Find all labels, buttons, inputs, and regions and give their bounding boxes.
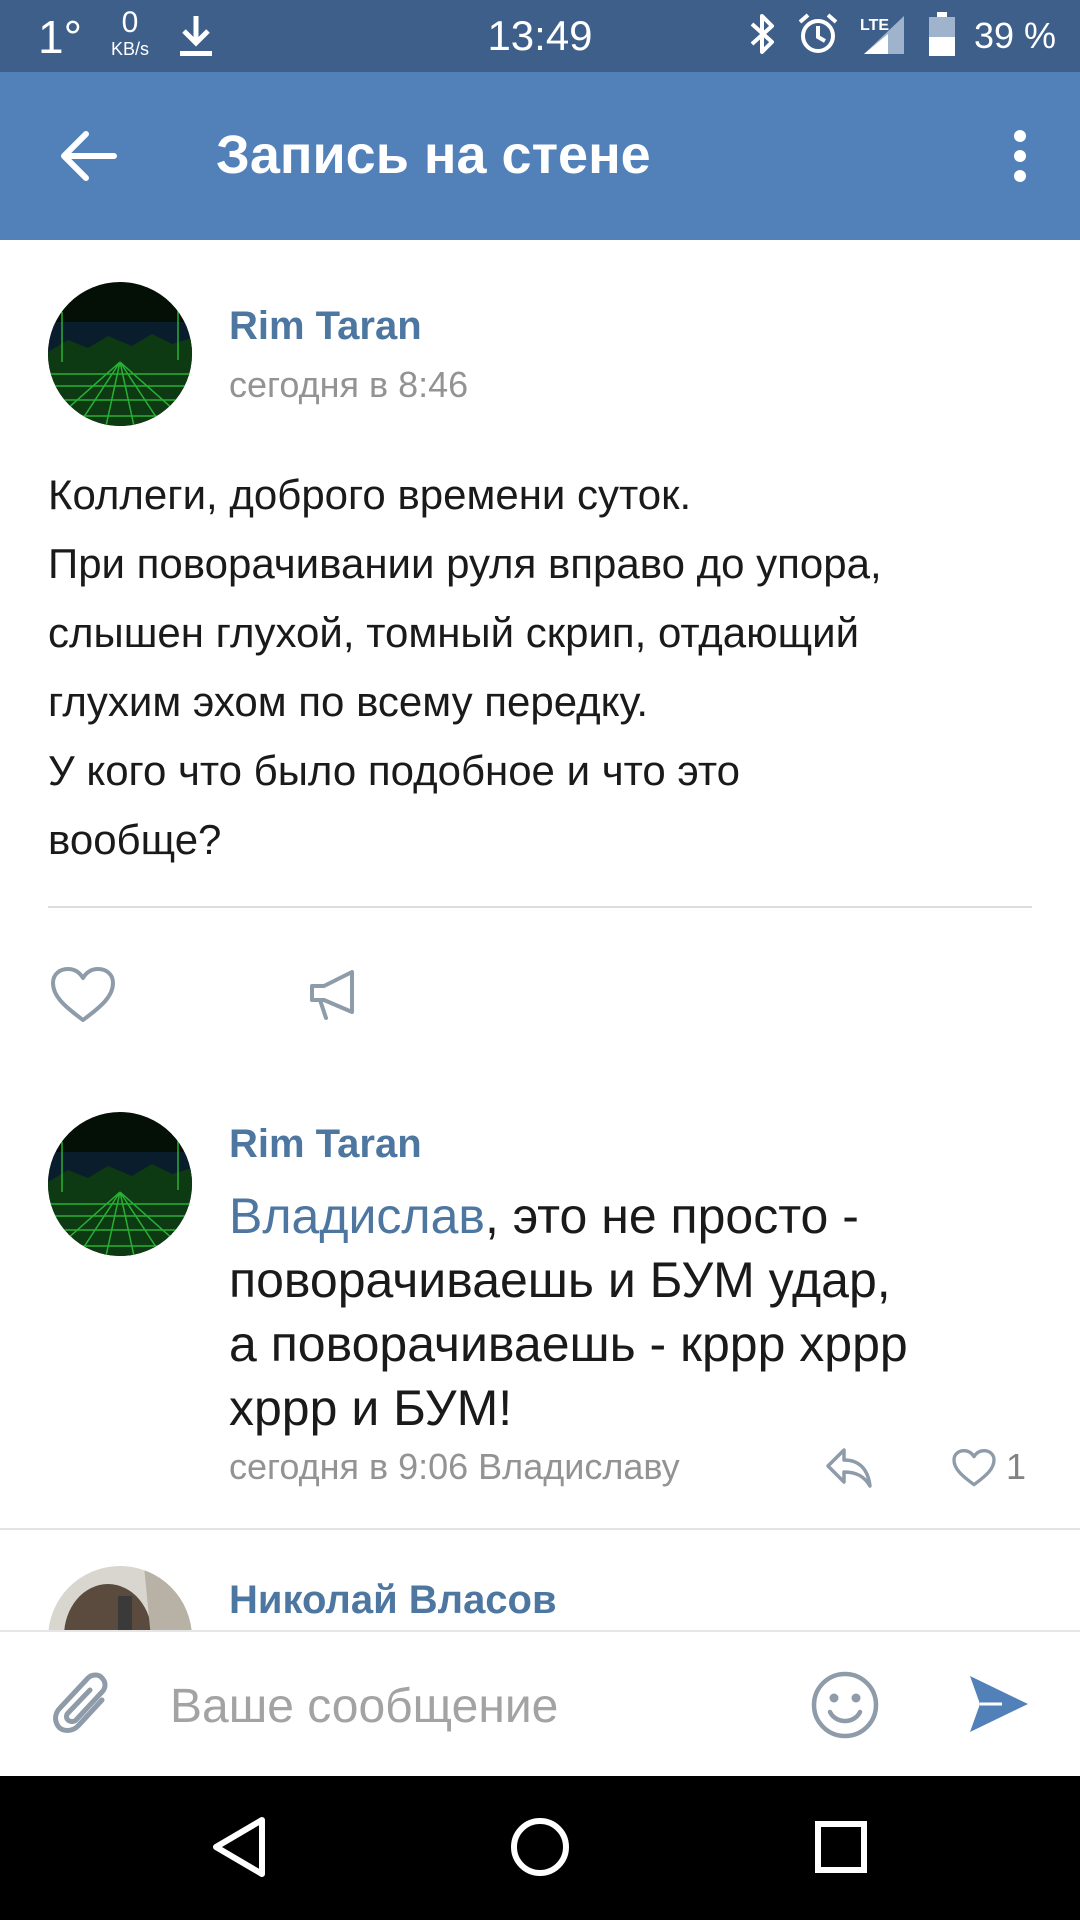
- network-type-label: LTE: [860, 17, 889, 34]
- mention-link[interactable]: Владислав: [229, 1188, 485, 1244]
- post-text-line: слышен глухой, томный скрип, отдающий: [48, 609, 860, 656]
- comment-text-line: поворачиваешь и БУМ удар,: [229, 1252, 891, 1308]
- comment-like-icon[interactable]: [952, 1448, 996, 1488]
- system-nav-bar: [0, 1776, 1080, 1920]
- post-text-line: При поворачивании руля вправо до упора,: [48, 540, 882, 587]
- nav-recents-icon[interactable]: [806, 1812, 876, 1882]
- comment-text: Владислав, это не просто - поворачиваешь…: [229, 1184, 1059, 1440]
- message-input[interactable]: [170, 1668, 770, 1744]
- more-vert-icon[interactable]: [1010, 128, 1030, 184]
- post-text: Коллеги, доброго времени суток. При пово…: [48, 460, 1038, 874]
- comment-divider: [0, 1528, 1080, 1530]
- signal-icon: LTE: [858, 12, 910, 61]
- page-title: Запись на стене: [216, 125, 651, 185]
- post-text-line: вообще?: [48, 816, 222, 863]
- nav-home-icon[interactable]: [505, 1812, 575, 1882]
- post-divider: [48, 906, 1032, 908]
- comment-text-line: хррр и БУМ!: [229, 1380, 513, 1436]
- post-author-name[interactable]: Rim Taran: [229, 304, 422, 349]
- battery-percent: 39 %: [973, 15, 1056, 56]
- comment-author-avatar[interactable]: [48, 1112, 192, 1256]
- alarm-icon: [796, 12, 840, 61]
- comment-like-count: 1: [1006, 1446, 1027, 1487]
- send-icon[interactable]: [966, 1672, 1030, 1736]
- share-icon[interactable]: [306, 966, 366, 1027]
- post-timestamp: сегодня в 8:46: [229, 364, 469, 405]
- reply-icon[interactable]: [824, 1446, 872, 1490]
- status-right-group: LTE 39 %: [748, 10, 1056, 62]
- battery-icon: [928, 11, 956, 62]
- comment-author-name[interactable]: Rim Taran: [229, 1122, 422, 1167]
- comment-text-fragment: , это не просто -: [484, 1188, 859, 1244]
- paperclip-icon[interactable]: [52, 1670, 116, 1742]
- arrow-back-icon[interactable]: [56, 124, 120, 188]
- comment-text-line: а поворачиваешь - кррр хррр: [229, 1316, 908, 1372]
- bluetooth-icon: [748, 12, 778, 61]
- message-composer: [0, 1630, 1080, 1776]
- post-text-line: глухим эхом по всему передку.: [48, 678, 648, 725]
- app-bar: Запись на стене: [0, 72, 1080, 240]
- post-text-line: Коллеги, доброго времени суток.: [48, 471, 692, 518]
- comment-text-line: Владислав, это не просто -: [229, 1184, 1059, 1248]
- comment-author-name[interactable]: Николай Власов: [229, 1578, 557, 1623]
- like-icon[interactable]: [50, 966, 116, 1029]
- post-author-avatar[interactable]: [48, 282, 192, 426]
- status-bar: 1° 0 KB/s 13:49 LTE 39 %: [0, 0, 1080, 72]
- emoji-icon[interactable]: [810, 1670, 880, 1740]
- comment-meta: сегодня в 9:06 Владиславу: [229, 1446, 680, 1487]
- nav-back-icon[interactable]: [206, 1812, 276, 1882]
- post-text-line: У кого что было подобное и что это: [48, 747, 741, 794]
